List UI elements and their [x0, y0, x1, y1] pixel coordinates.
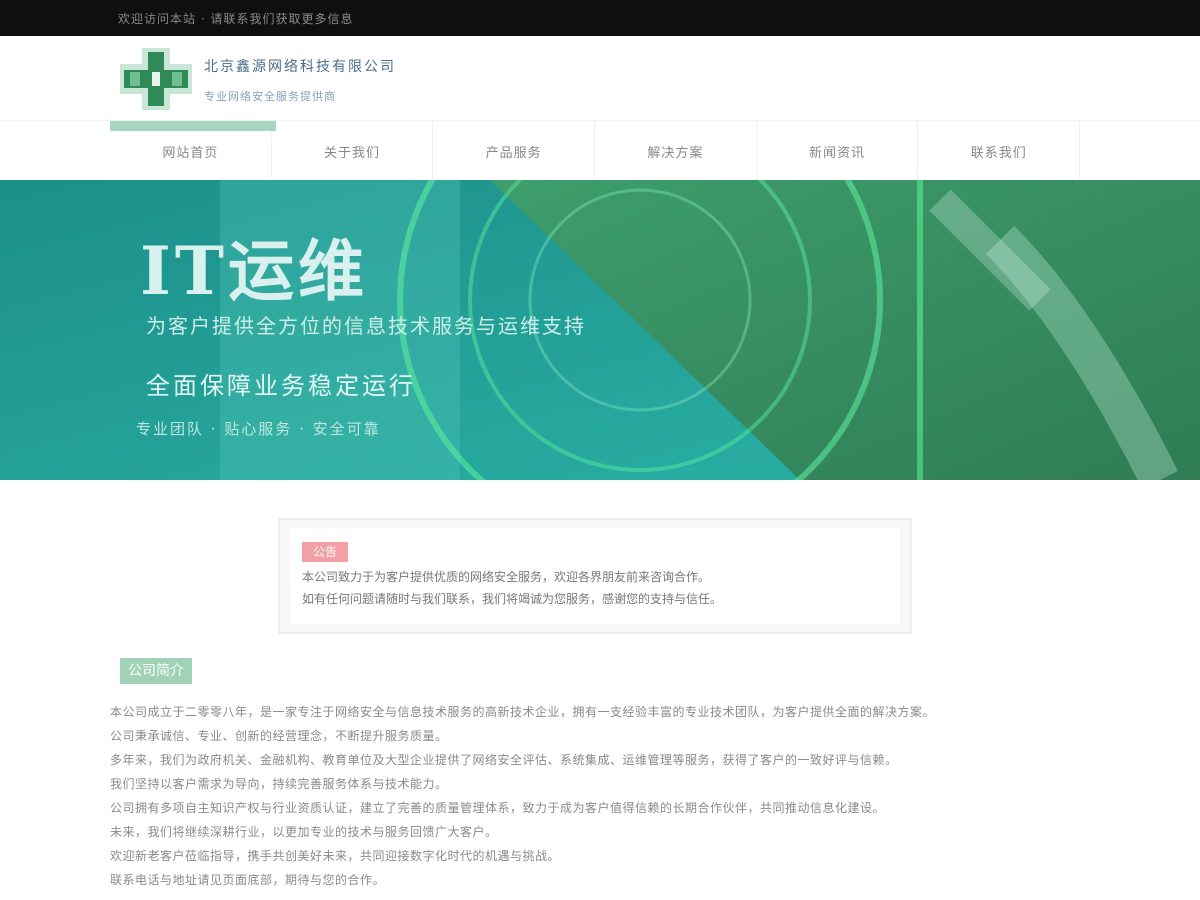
paragraph-line: 多年来，我们为政府机关、金融机构、教育单位及大型企业提供了网络安全评估、系统集成… [110, 753, 898, 767]
top-bar-text: 欢迎访问本站 · 请联系我们获取更多信息 [118, 12, 354, 26]
banner-headline: IT运维 [140, 232, 368, 310]
nav-item-about[interactable]: 关于我们 [272, 121, 434, 181]
nav-item-label: 联系我们 [970, 145, 1027, 161]
paragraph-line: 欢迎新老客户莅临指导，携手共创美好未来，共同迎接数字化时代的机遇与挑战。 [110, 849, 561, 863]
logo-text: 北京鑫源网络科技有限公司 专业网络安全服务提供商 [204, 56, 396, 104]
paragraph-line: 公司拥有多项自主知识产权与行业资质认证，建立了完善的质量管理体系，致力于成为客户… [110, 801, 886, 815]
nav-item-products[interactable]: 产品服务 [433, 121, 596, 181]
nav-item-label: 产品服务 [485, 145, 542, 161]
notice-text-2[interactable]: 如有任何问题请随时与我们联系，我们将竭诚为您服务，感谢您的支持与信任。 [302, 590, 722, 607]
paragraph-line: 我们坚持以客户需求为导向，持续完善服务体系与技术能力。 [110, 777, 448, 791]
company-name: 北京鑫源网络科技有限公司 [204, 59, 396, 75]
nav-item-label: 新闻资讯 [809, 145, 866, 161]
paragraph-line: 本公司成立于二零零八年，是一家专注于网络安全与信息技术服务的高新技术企业，拥有一… [110, 705, 936, 719]
nav-item-news[interactable]: 新闻资讯 [757, 121, 919, 181]
main-nav: 网站首页 关于我们 产品服务 解决方案 新闻资讯 联系我们 [0, 120, 1200, 181]
logo-icon[interactable] [120, 48, 192, 110]
banner-slogan: 全面保障业务稳定运行 [146, 372, 416, 400]
paragraph-line: 公司秉承诚信、专业、创新的经营理念，不断提升服务质量。 [110, 729, 448, 743]
notice-text-1[interactable]: 本公司致力于为客户提供优质的网络安全服务，欢迎各界朋友前来咨询合作。 [302, 568, 710, 585]
nav-item-home[interactable]: 网站首页 [110, 121, 276, 181]
section-title: 公司简介 [120, 658, 192, 684]
nav-item-contact[interactable]: 联系我们 [918, 121, 1081, 181]
site-header: 北京鑫源网络科技有限公司 专业网络安全服务提供商 [0, 36, 1200, 120]
banner-tagline: 为客户提供全方位的信息技术服务与运维支持 [146, 314, 586, 338]
nav-item-solutions[interactable]: 解决方案 [595, 121, 757, 181]
nav-item-label: 关于我们 [324, 145, 381, 161]
nav-item-label: 网站首页 [162, 145, 219, 161]
hero-banner[interactable]: IT运维 为客户提供全方位的信息技术服务与运维支持 全面保障业务稳定运行 专业团… [0, 180, 1200, 480]
top-bar: 欢迎访问本站 · 请联系我们获取更多信息 [0, 0, 1200, 36]
paragraph-line: 联系电话与地址请见页面底部，期待与您的合作。 [110, 873, 386, 887]
paragraph-line: 未来，我们将继续深耕行业，以更加专业的技术与服务回馈广大客户。 [110, 825, 498, 839]
notice-badge: 公告 [302, 542, 348, 562]
nav-item-label: 解决方案 [647, 145, 704, 161]
banner-subtext: 专业团队 · 贴心服务 · 安全可靠 [136, 420, 381, 438]
notice-box: 公告 本公司致力于为客户提供优质的网络安全服务，欢迎各界朋友前来咨询合作。 如有… [278, 518, 912, 634]
company-subtitle: 专业网络安全服务提供商 [204, 90, 336, 103]
